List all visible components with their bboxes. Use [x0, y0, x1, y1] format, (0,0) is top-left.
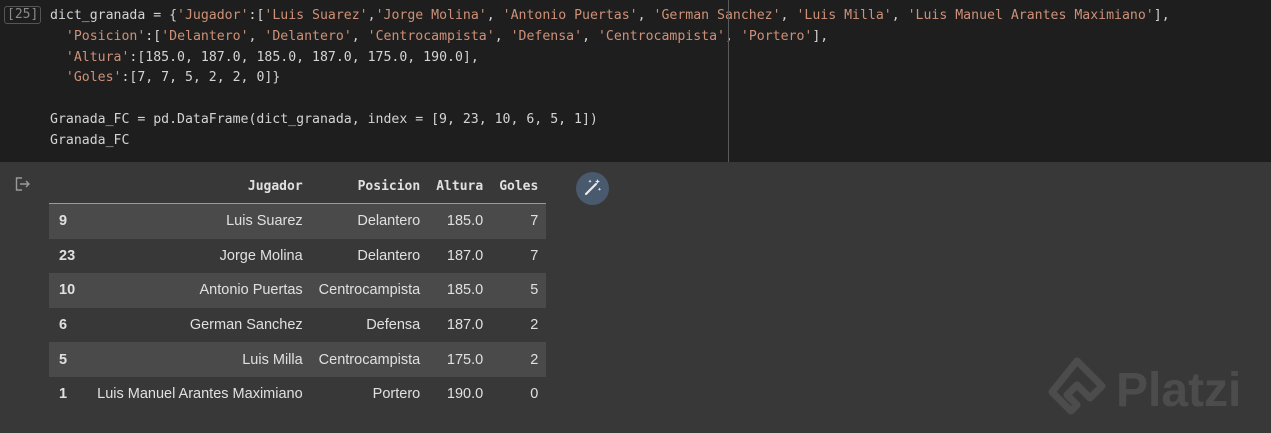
cell-jugador: Jorge Molina	[219, 247, 303, 264]
cell-altura: 187.0	[446, 317, 484, 334]
cell-posicion: Delantero	[357, 247, 421, 264]
cell-posicion: Defensa	[366, 317, 421, 334]
column-header: Altura	[428, 170, 492, 204]
execution-count: [25]	[4, 6, 42, 24]
code-line-4: 'Goles':[7, 7, 5, 2, 2, 0]}	[65, 70, 281, 86]
cell-altura: 185.0	[446, 213, 484, 230]
table-row: 10 Antonio Puertas Centrocampista 185.0 …	[49, 273, 547, 308]
cell-altura: 187.0	[446, 247, 484, 264]
cell-goles: 2	[530, 351, 539, 368]
cell-jugador: Luis Manuel Arantes Maximiano	[97, 386, 303, 403]
cell-posicion: Centrocampista	[318, 351, 421, 368]
table-row: 6 German Sanchez Defensa 187.0 2	[49, 308, 546, 343]
magic-wand-icon	[583, 177, 603, 201]
output-arrow-icon[interactable]	[15, 176, 31, 191]
cell-goles: 2	[530, 317, 539, 334]
output-area: Jugador Posicion Altura Goles 9 Luis Sua…	[0, 162, 1271, 433]
cell-goles: 7	[530, 247, 539, 264]
table-row: 5 Luis Milla Centrocampista 175.0 2	[49, 342, 547, 377]
cell-jugador: Antonio Puertas	[199, 282, 303, 299]
watermark-text: Platzi	[1116, 363, 1242, 417]
cell-altura: 175.0	[446, 351, 484, 368]
table-row: 1 Luis Manuel Arantes Maximiano Portero …	[49, 377, 546, 412]
cell-altura: 185.0	[446, 282, 484, 299]
table-row: 23 Jorge Molina Delantero 187.0 7	[49, 239, 546, 274]
code-line-7: Granada_FC	[50, 132, 130, 148]
code-line-3: 'Altura':[185.0, 187.0, 185.0, 187.0, 17…	[65, 49, 479, 65]
row-index: 6	[59, 317, 68, 334]
cell-altura: 190.0	[446, 386, 484, 403]
column-header: Goles	[491, 170, 547, 204]
table-row: 9 Luis Suarez Delantero 185.0 7	[49, 203, 547, 239]
index-header	[49, 170, 90, 204]
code-line-6: Granada_FC = pd.DataFrame(dict_granada, …	[50, 111, 598, 127]
row-index: 9	[59, 213, 68, 230]
row-index: 1	[59, 386, 68, 403]
cell-jugador: Luis Suarez	[226, 213, 303, 230]
column-header: Posicion	[310, 170, 429, 204]
cell-goles: 0	[530, 386, 539, 403]
code-line-1: dict_granada = {'Jugador':['Luis Suarez'…	[50, 8, 1170, 23]
cell-jugador: German Sanchez	[189, 317, 303, 334]
cell-goles: 7	[530, 213, 539, 230]
platzi-watermark: Platzi	[1046, 357, 1241, 423]
column-header: Jugador	[89, 170, 311, 204]
code-cell[interactable]: [25] dict_granada = {'Jugador':['Luis Su…	[0, 0, 1271, 162]
row-index: 23	[59, 247, 76, 264]
row-index: 10	[59, 282, 76, 299]
code-editor[interactable]: dict_granada = {'Jugador':['Luis Suarez'…	[50, 6, 1170, 152]
platzi-logo-icon	[1046, 357, 1108, 423]
data-table-suggest-button[interactable]	[576, 172, 609, 205]
cell-posicion: Delantero	[357, 213, 421, 230]
cell-posicion: Portero	[372, 386, 421, 403]
row-index: 5	[59, 351, 68, 368]
code-line-2: 'Posicion':['Delantero', 'Delantero', 'C…	[65, 28, 829, 44]
ruler-line	[728, 0, 729, 162]
cell-jugador: Luis Milla	[242, 351, 303, 368]
table-header-row: Jugador Posicion Altura Goles	[49, 170, 547, 204]
dataframe-table: Jugador Posicion Altura Goles 9 Luis Sua…	[49, 170, 547, 412]
cell-goles: 5	[530, 282, 539, 299]
cell-posicion: Centrocampista	[318, 282, 421, 299]
